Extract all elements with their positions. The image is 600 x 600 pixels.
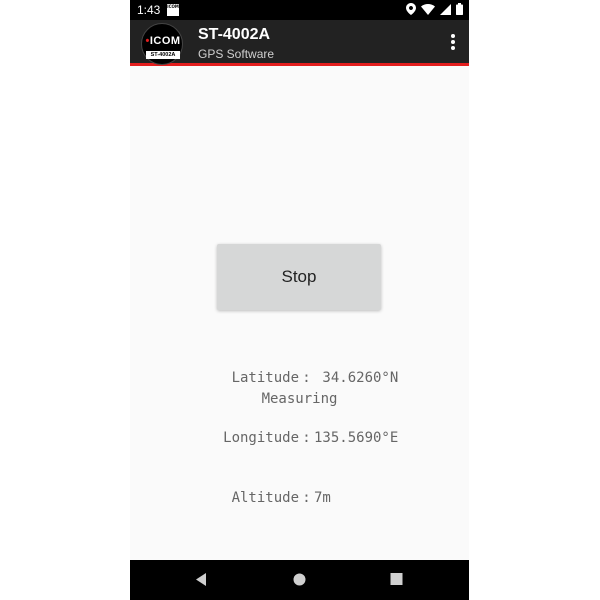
app-subtitle: GPS Software [198, 47, 275, 61]
status-icons [406, 3, 463, 15]
status-time: 1:43 [137, 3, 161, 17]
logo-text: •ICOM [145, 35, 181, 47]
gps-readout: Latitude: 34.6260°N Longitude:135.5690°E… [203, 328, 403, 548]
system-nav-bar [130, 560, 469, 600]
longitude-row: Longitude:135.5690°E [203, 428, 403, 448]
status-bar: 1:43 ICOM [130, 0, 469, 20]
latitude-row: Latitude: 34.6260°N [203, 368, 403, 388]
latitude-separator: : [302, 370, 311, 386]
longitude-label: Longitude [223, 430, 299, 446]
overflow-menu-icon[interactable] [445, 32, 461, 54]
longitude-value: 135.5690°E [314, 430, 399, 446]
battery-icon [456, 3, 463, 15]
altitude-separator: : [302, 490, 311, 506]
icom-notification-icon: ICOM [167, 4, 179, 16]
altitude-value: 7m [314, 490, 331, 506]
altitude-label: Altitude [231, 490, 299, 506]
logo-model: ST-4002A [146, 51, 180, 59]
latitude-label: Latitude [231, 370, 299, 386]
altitude-row: Altitude:7m [203, 488, 403, 508]
wifi-icon [421, 3, 435, 15]
icom-logo: •ICOM ST-4002A [141, 23, 183, 65]
measuring-status: Measuring [261, 391, 338, 407]
longitude-separator: : [302, 430, 311, 446]
stop-button[interactable]: Stop [217, 244, 381, 310]
phone-screen: 1:43 ICOM •ICOM ST-4002A ST-4002A GPS So… [130, 0, 469, 600]
signal-icon [440, 3, 451, 15]
latitude-value: 34.6260°N [314, 370, 399, 386]
location-icon [406, 3, 416, 15]
app-title: ST-4002A [198, 26, 271, 43]
home-icon[interactable] [292, 572, 307, 587]
app-toolbar: •ICOM ST-4002A ST-4002A GPS Software [130, 20, 469, 66]
back-icon[interactable] [194, 572, 208, 587]
recents-icon[interactable] [390, 572, 403, 586]
